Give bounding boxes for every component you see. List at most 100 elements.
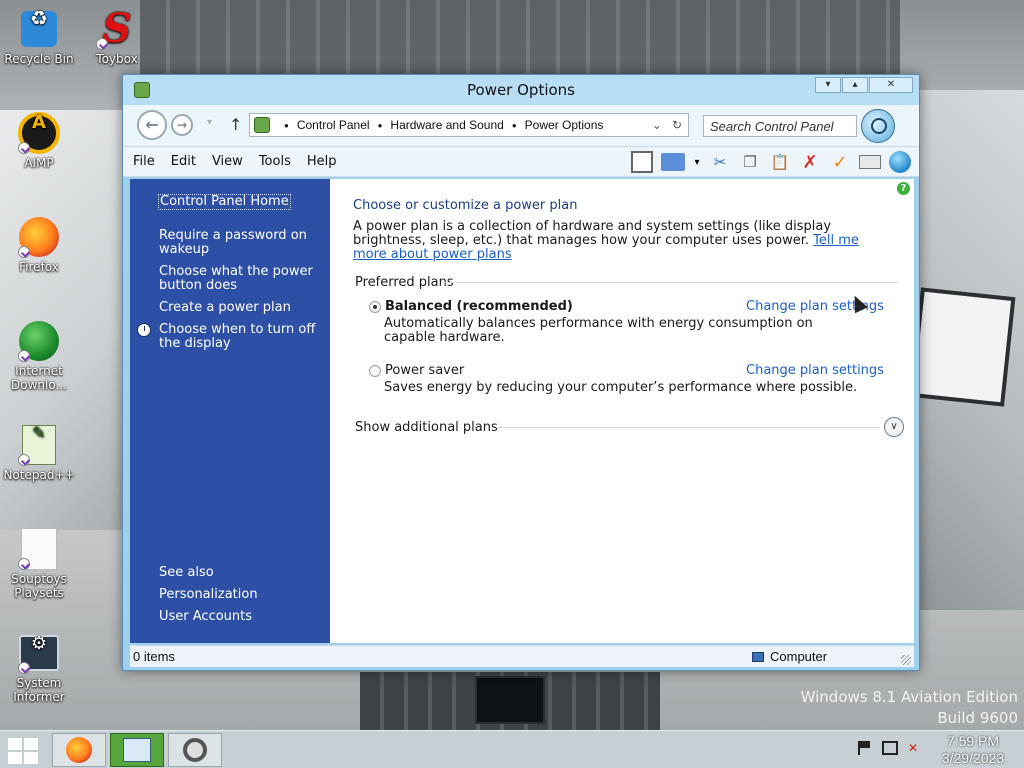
volume-muted-icon[interactable]: ✕: [908, 741, 922, 755]
action-center-flag-icon[interactable]: [858, 741, 872, 755]
expand-chevron-icon[interactable]: ∨: [884, 417, 904, 437]
plan-power-saver-change-link[interactable]: Change plan settings: [746, 363, 884, 378]
sidebar-item-user-accounts[interactable]: User Accounts: [159, 610, 258, 624]
properties-icon[interactable]: [859, 155, 881, 169]
minimize-button[interactable]: ▾: [815, 77, 841, 93]
clock-icon: [137, 323, 151, 337]
wallpaper-console-display: [475, 676, 545, 724]
clock-date: 3/29/2023: [941, 750, 1005, 766]
sidebar-control-panel-home[interactable]: Control Panel Home: [158, 194, 291, 210]
taskbar-firefox[interactable]: [52, 733, 106, 767]
desktop-icon-recycle-bin[interactable]: ♻ Recycle Bin: [0, 8, 78, 66]
sidebar-item-power-button[interactable]: Choose what the power button does: [159, 265, 324, 293]
window-titlebar[interactable]: Power Options ▾ ▴ ✕: [123, 75, 919, 105]
status-bar: 0 items Computer: [130, 645, 914, 667]
folder-icon[interactable]: [661, 153, 685, 171]
desktop-icon-internet-download-manager[interactable]: Internet Downlo...: [0, 320, 78, 392]
search-button[interactable]: [861, 109, 895, 143]
desktop-icon-system-informer[interactable]: ⚙ System Informer: [0, 632, 78, 705]
section-divider: [496, 427, 880, 428]
taskbar-control-panel[interactable]: [110, 733, 164, 767]
shortcut-arrow-icon: [18, 662, 30, 674]
address-dropdown-chevron-icon[interactable]: ⌄: [652, 118, 662, 132]
show-additional-plans-label[interactable]: Show additional plans: [355, 420, 498, 435]
desktop-icon-label: Souptoys Playsets: [11, 572, 67, 600]
address-bar: ← → ▾ ↑ ● Control Panel ● Hardware and S…: [123, 105, 919, 147]
desktop-icon-label: System Informer: [13, 676, 65, 704]
toolbar: ▾ ✂ ❐ 📋 ✗ ✓: [631, 151, 911, 173]
paste-icon[interactable]: 📋: [769, 151, 791, 173]
menu-file[interactable]: File: [133, 154, 155, 169]
system-tray: ✕: [858, 741, 922, 755]
plan-power-saver-description: Saves energy by reducing your computer’s…: [384, 380, 858, 395]
copy-icon[interactable]: ❐: [739, 151, 761, 173]
menu-help[interactable]: Help: [307, 154, 337, 169]
breadcrumb-power-options[interactable]: Power Options: [525, 118, 604, 132]
plan-power-saver-radio[interactable]: [369, 365, 381, 377]
back-button[interactable]: ←: [137, 110, 167, 140]
plan-balanced-name[interactable]: Balanced (recommended): [385, 299, 573, 314]
sidebar-item-personalization[interactable]: Personalization: [159, 588, 258, 602]
shortcut-arrow-icon: [18, 558, 30, 570]
desktop-icon-label: Internet Downlo...: [11, 364, 67, 392]
see-also-list: Personalization User Accounts: [159, 588, 258, 632]
sidebar-item-create-power-plan[interactable]: Create a power plan: [159, 301, 324, 315]
recent-pages-chevron-icon[interactable]: ▾: [207, 117, 212, 128]
delete-icon[interactable]: ✗: [799, 151, 821, 173]
os-watermark: Windows 8.1 Aviation Edition Build 9600: [801, 687, 1018, 729]
start-button[interactable]: [8, 738, 38, 764]
watermark-build: Build 9600: [937, 709, 1018, 727]
power-options-window: Power Options ▾ ▴ ✕ ← → ▾ ↑ ● Control Pa…: [122, 74, 920, 671]
up-arrow-icon[interactable]: ↑: [229, 115, 242, 134]
search-input[interactable]: Search Control Panel: [703, 115, 857, 137]
breadcrumb[interactable]: ● Control Panel ● Hardware and Sound ● P…: [249, 113, 689, 137]
plan-power-saver-name[interactable]: Power saver: [385, 363, 464, 378]
wallpaper-overhead-panel: [140, 0, 900, 78]
breadcrumb-hardware-and-sound[interactable]: Hardware and Sound: [390, 118, 503, 132]
window-body: Control Panel Home Require a password on…: [130, 179, 914, 643]
menu-view[interactable]: View: [212, 154, 243, 169]
control-panel-icon: [123, 738, 151, 762]
sidebar-item-require-password[interactable]: Require a password on wakeup: [159, 229, 324, 257]
caption-buttons: ▾ ▴ ✕: [815, 77, 913, 93]
desktop-icon-aimp[interactable]: A AIMP: [0, 112, 78, 170]
status-item-count: 0 items: [133, 649, 175, 664]
desktop-icon-souptoys[interactable]: Souptoys Playsets: [0, 528, 78, 600]
refresh-icon[interactable]: ↻: [672, 118, 682, 132]
breadcrumb-control-panel[interactable]: Control Panel: [297, 118, 370, 132]
toybox-icon: S: [102, 5, 132, 52]
checkmark-icon[interactable]: ✓: [829, 151, 851, 173]
shortcut-arrow-icon: [18, 350, 30, 362]
sidebar-item-turn-off-display[interactable]: Choose when to turn off the display: [159, 323, 324, 351]
maximize-button[interactable]: ▴: [842, 77, 868, 93]
desktop-icon-firefox[interactable]: Firefox: [0, 216, 78, 274]
resize-grip-icon[interactable]: [901, 655, 911, 665]
layout-icon[interactable]: [631, 151, 653, 173]
watermark-edition: Windows 8.1 Aviation Edition: [800, 688, 1018, 706]
page-title: Choose or customize a power plan: [353, 198, 578, 213]
help-icon[interactable]: ?: [897, 182, 910, 195]
clock-time: 7:59 PM: [946, 733, 1000, 749]
desktop-icon-label: Toybox: [96, 52, 138, 66]
taskbar-settings[interactable]: [168, 733, 222, 767]
desktop-icon-toybox[interactable]: S Toybox: [78, 8, 156, 66]
main-content: ? Choose or customize a power plan A pow…: [330, 179, 914, 643]
preferred-plans-label: Preferred plans: [355, 275, 454, 290]
breadcrumb-separator-icon: ●: [511, 120, 517, 130]
network-icon[interactable]: [882, 741, 898, 755]
status-location: Computer: [752, 649, 827, 664]
globe-icon[interactable]: [889, 151, 911, 173]
forward-button[interactable]: →: [171, 114, 193, 136]
section-divider: [442, 282, 898, 283]
desktop-icon-notepad-plus-plus[interactable]: ✎ Notepad++: [0, 424, 78, 483]
see-also-heading: See also: [159, 565, 214, 580]
intro-description: A power plan is a collection of hardware…: [353, 219, 832, 248]
cut-icon[interactable]: ✂: [709, 151, 731, 173]
plan-balanced-radio[interactable]: [369, 301, 381, 313]
menu-edit[interactable]: Edit: [171, 154, 196, 169]
taskbar-clock[interactable]: 7:59 PM 3/29/2023: [930, 733, 1016, 767]
folder-dropdown-chevron-icon[interactable]: ▾: [693, 151, 701, 173]
close-button[interactable]: ✕: [869, 77, 913, 93]
menu-tools[interactable]: Tools: [259, 154, 291, 169]
recycle-bin-icon: ♻: [21, 8, 57, 47]
